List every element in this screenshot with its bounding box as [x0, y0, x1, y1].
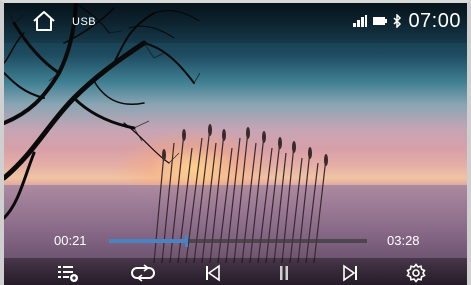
- total-time: 03:28: [387, 233, 420, 248]
- progress-handle[interactable]: [185, 235, 189, 247]
- video-player-screen: USB 07:00 00:21 03:28: [0, 0, 471, 285]
- clock: 07:00: [408, 9, 461, 32]
- home-icon: [33, 11, 55, 31]
- status-bar: USB 07:00: [4, 3, 467, 43]
- battery-icon: [373, 17, 388, 25]
- bluetooth-icon: [393, 14, 402, 28]
- previous-button[interactable]: [199, 262, 227, 284]
- signal-icon: [353, 15, 368, 27]
- settings-icon: [406, 263, 426, 283]
- pause-button[interactable]: [270, 262, 298, 284]
- playlist-button[interactable]: [54, 262, 82, 284]
- elapsed-time: 00:21: [54, 233, 87, 248]
- status-icons: 07:00: [353, 8, 461, 34]
- progress-fill: [109, 239, 187, 243]
- pause-icon: [280, 266, 288, 280]
- home-button[interactable]: [32, 10, 56, 32]
- next-track-icon: [343, 264, 357, 282]
- playlist-icon: [58, 266, 78, 282]
- repeat-icon: [131, 264, 155, 282]
- previous-track-icon: [206, 264, 220, 282]
- source-label: USB: [72, 16, 97, 28]
- settings-button[interactable]: [402, 262, 430, 284]
- repeat-button[interactable]: [129, 262, 157, 284]
- progress-bar[interactable]: [109, 235, 367, 247]
- playback-controls: [4, 258, 467, 285]
- next-button[interactable]: [336, 262, 364, 284]
